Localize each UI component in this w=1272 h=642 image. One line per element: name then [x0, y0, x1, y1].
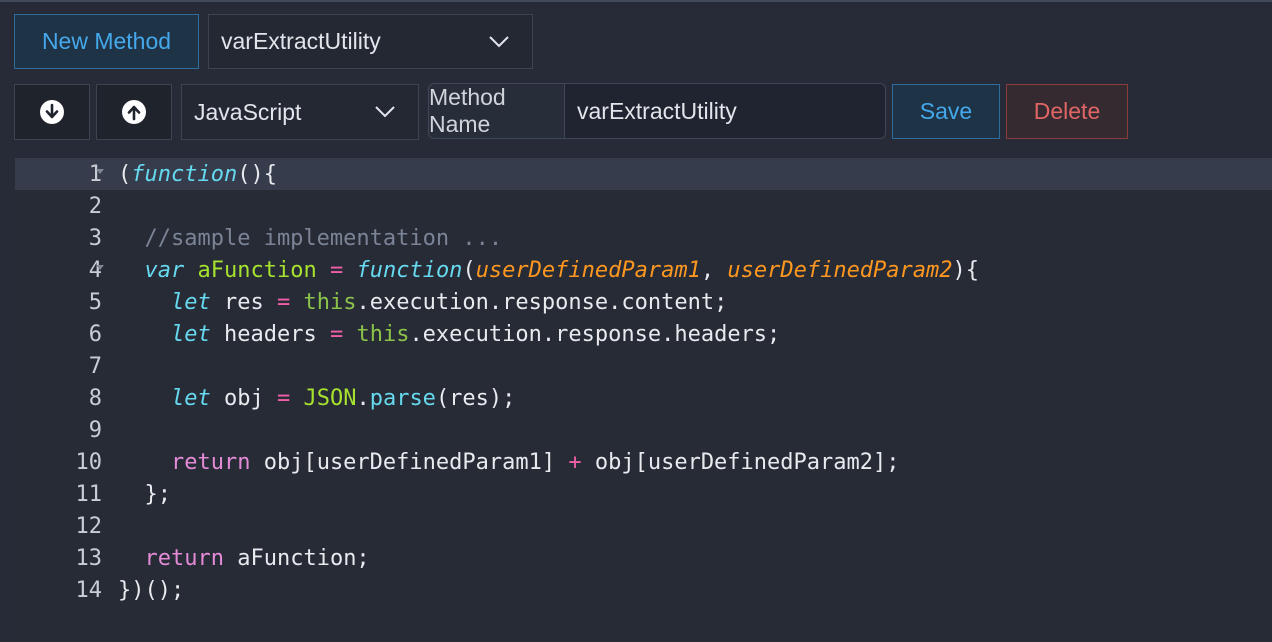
- save-label: Save: [919, 98, 973, 124]
- code-text: var aFunction = function(userDefinedPara…: [144, 257, 980, 283]
- line-number: 1: [88, 161, 102, 187]
- save-button[interactable]: Save: [892, 84, 1000, 139]
- code-text: let headers = this.execution.response.he…: [170, 321, 781, 347]
- line-number: 4: [88, 257, 102, 283]
- code-line-2[interactable]: 2: [15, 190, 1272, 222]
- delete-button[interactable]: Delete: [1006, 84, 1128, 139]
- code-text: return aFunction;: [144, 545, 370, 571]
- method-name-field-group: Method Name: [428, 83, 886, 139]
- code-line-4[interactable]: 4 var aFunction = function(userDefinedPa…: [15, 254, 1272, 286]
- window-top-border: [0, 0, 1272, 2]
- line-number: 13: [75, 545, 103, 571]
- code-line-7[interactable]: 7: [15, 350, 1272, 382]
- arrow-up-circle-icon: [122, 100, 146, 124]
- line-number: 14: [75, 577, 103, 603]
- line-number: 6: [88, 321, 102, 347]
- code-line-9[interactable]: 9: [15, 414, 1272, 446]
- code-text: return obj[userDefinedParam1] + obj[user…: [170, 449, 900, 475]
- line-number: 9: [88, 417, 102, 443]
- code-line-14[interactable]: 14 })();: [15, 574, 1272, 606]
- method-select[interactable]: varExtractUtility: [208, 14, 533, 69]
- move-down-button[interactable]: [14, 84, 90, 140]
- line-number: 8: [88, 385, 102, 411]
- line-number: 12: [75, 513, 103, 539]
- code-comment: //sample implementation ...: [118, 225, 503, 251]
- line-number: 11: [75, 481, 103, 507]
- code-line-6[interactable]: 6 let headers = this.execution.response.…: [15, 318, 1272, 350]
- line-number: 5: [88, 289, 102, 315]
- code-line-11[interactable]: 11 };: [15, 478, 1272, 510]
- method-select-value: varExtractUtility: [221, 28, 381, 54]
- line-number: 7: [88, 353, 102, 379]
- fold-arrow-icon[interactable]: [95, 166, 105, 176]
- code-line-3[interactable]: 3 //sample implementation ...: [15, 222, 1272, 254]
- line-number: 2: [88, 193, 102, 219]
- code-editor[interactable]: 1 (function(){ 2 3 //sample implementati…: [15, 157, 1272, 642]
- move-up-button[interactable]: [96, 84, 172, 140]
- delete-label: Delete: [1033, 98, 1101, 124]
- code-text: })();: [118, 577, 185, 603]
- code-line-13[interactable]: 13 return aFunction;: [15, 542, 1272, 574]
- new-method-button[interactable]: New Method: [14, 14, 199, 69]
- arrow-down-circle-icon: [40, 100, 64, 124]
- chevron-down-icon: [375, 106, 395, 118]
- code-line-5[interactable]: 5 let res = this.execution.response.cont…: [15, 286, 1272, 318]
- code-text: let res = this.execution.response.conten…: [170, 289, 728, 315]
- code-line-10[interactable]: 10 return obj[userDefinedParam1] + obj[u…: [15, 446, 1272, 478]
- line-number: 3: [88, 225, 102, 251]
- line-number: 10: [75, 449, 103, 475]
- language-select-value: JavaScript: [194, 98, 302, 125]
- method-name-input[interactable]: [565, 84, 885, 138]
- code-text: };: [118, 481, 171, 507]
- code-text: (function(){: [118, 161, 277, 187]
- new-method-label: New Method: [41, 28, 172, 54]
- language-select[interactable]: JavaScript: [181, 84, 419, 140]
- code-line-12[interactable]: 12: [15, 510, 1272, 542]
- code-text: let obj = JSON.parse(res);: [170, 385, 516, 411]
- method-name-label: Method Name: [429, 84, 565, 138]
- chevron-down-icon: [489, 35, 509, 47]
- code-line-8[interactable]: 8 let obj = JSON.parse(res);: [15, 382, 1272, 414]
- code-line-1[interactable]: 1 (function(){: [15, 158, 1272, 190]
- fold-arrow-icon[interactable]: [95, 262, 105, 272]
